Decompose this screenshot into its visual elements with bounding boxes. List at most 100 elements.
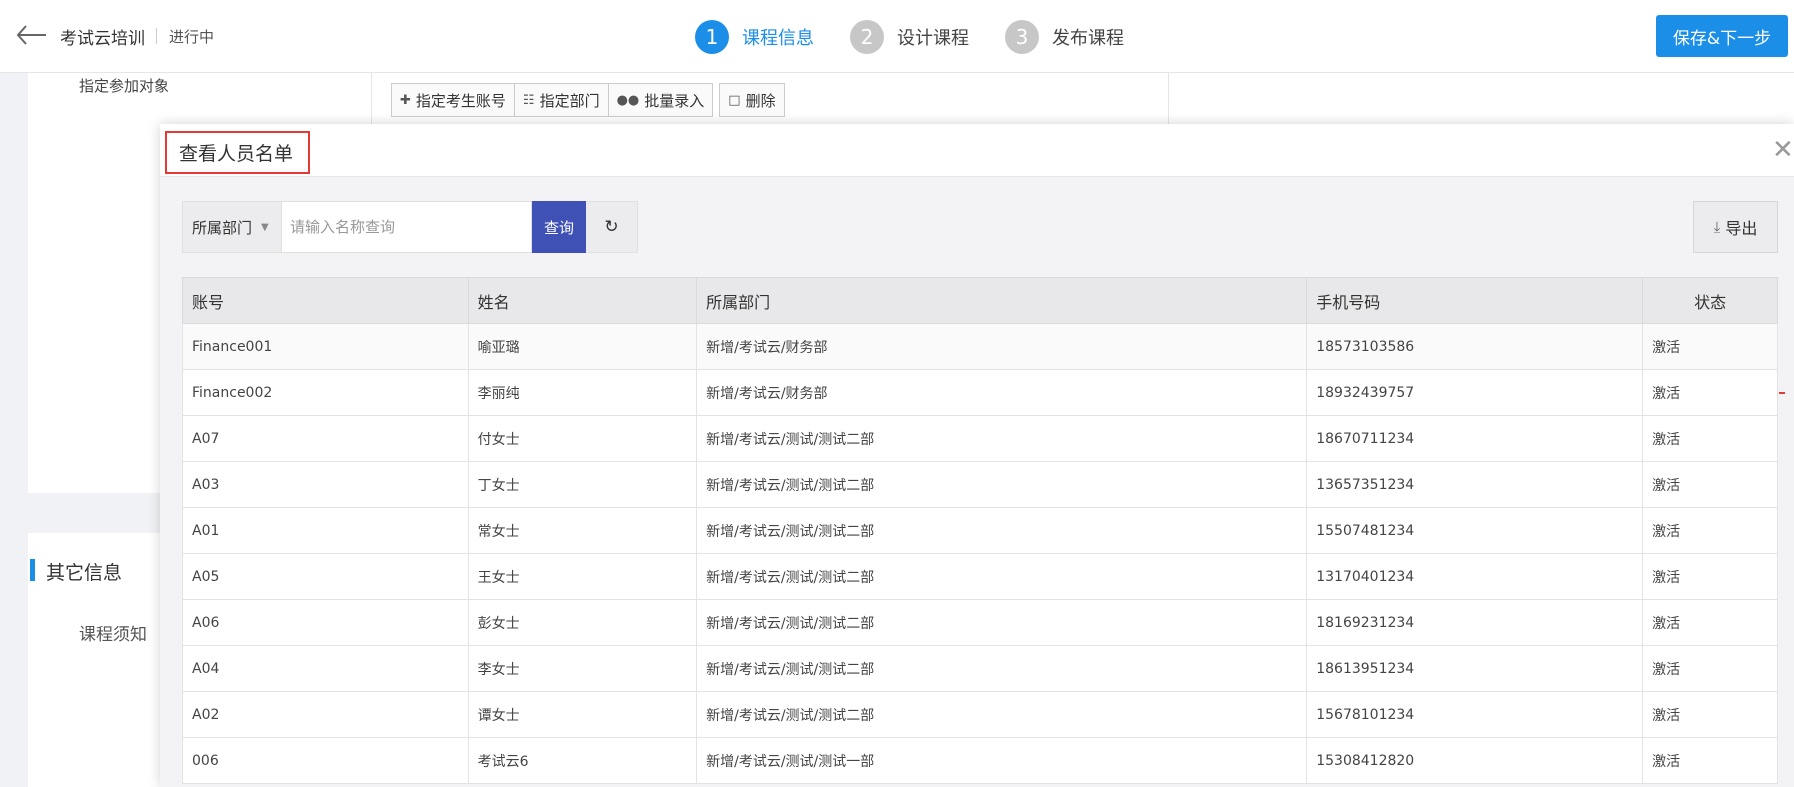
cell-account: A04 [182,645,469,692]
cell-phone: 15507481234 [1306,507,1644,554]
table-row[interactable]: A04 李女士 新增/考试云/测试/测试二部 18613951234 激活 [182,645,1778,692]
modal-header: 查看人员名单 ✕ [160,124,1794,177]
table-row[interactable]: A07 付女士 新增/考试云/测试/测试二部 18670711234 激活 [182,415,1778,462]
cell-name: 谭女士 [467,691,698,738]
table-row[interactable]: 006 考试云6 新增/考试云/测试/测试一部 15308412820 激活 [182,737,1778,784]
top-header: 考试云培训 进行中 1 课程信息 2 设计课程 3 发布课程 保存&下一步 [0,0,1794,73]
table-row[interactable]: Finance002 李丽纯 新增/考试云/财务部 18932439757 激活 [182,369,1778,416]
export-label: 导出 [1725,219,1758,238]
col-phone[interactable]: 手机号码 [1306,277,1644,324]
table-row[interactable]: A03 丁女士 新增/考试云/测试/测试二部 13657351234 激活 [182,461,1778,508]
cell-phone: 18613951234 [1306,645,1644,692]
cell-status: 激活 [1642,507,1778,554]
course-notes-label: 课程须知 [79,625,147,645]
table-row[interactable]: Finance001 喻亚璐 新增/考试云/财务部 18573103586 激活 [182,323,1778,370]
search-bar: 所属部门 ▼ 查询 ↻ [182,201,638,253]
cell-status: 激活 [1642,323,1778,370]
assign-account-label: 指定考生账号 [415,91,506,110]
download-icon: ⤓ [1713,218,1721,236]
step-design-course[interactable]: 2 设计课程 [850,20,969,54]
assign-dept-button[interactable]: ☷ 指定部门 [514,83,609,117]
table-row[interactable]: A05 王女士 新增/考试云/测试/测试二部 13170401234 激活 [182,553,1778,600]
cell-dept: 新增/考试云/测试/测试二部 [696,461,1308,508]
cell-status: 激活 [1642,553,1778,600]
assign-account-button[interactable]: ✚ 指定考生账号 [391,83,515,117]
step-number: 1 [695,20,729,54]
cell-dept: 新增/考试云/测试/测试一部 [696,737,1308,784]
cell-dept: 新增/考试云/测试/测试二部 [696,415,1308,462]
cell-name: 常女士 [467,507,698,554]
table-row[interactable]: A06 彭女士 新增/考试云/测试/测试二部 18169231234 激活 [182,599,1778,646]
step-label: 课程信息 [742,28,814,49]
cell-phone: 18670711234 [1306,415,1644,462]
users-icon: ●● [616,92,640,108]
cell-account: A05 [182,553,469,600]
dept-filter-select[interactable]: 所属部门 ▼ [182,201,282,253]
cell-phone: 13657351234 [1306,461,1644,508]
cell-dept: 新增/考试云/测试/测试二部 [696,645,1308,692]
section-marker [30,559,35,581]
cell-status: 激活 [1642,691,1778,738]
cell-dept: 新增/考试云/测试/测试二部 [696,599,1308,646]
participants-label: 指定参加对象 [79,77,170,95]
cell-dept: 新增/考试云/测试/测试二部 [696,691,1308,738]
caret-down-icon: ▼ [261,221,269,233]
col-dept[interactable]: 所属部门 [696,277,1308,324]
step-label: 设计课程 [897,28,969,49]
table-header-row: 账号 姓名 所属部门 手机号码 状态 [182,277,1778,324]
refresh-icon[interactable]: ↻ [586,201,638,253]
sitemap-icon: ☷ [522,92,535,108]
cell-account: 006 [182,737,469,784]
export-button[interactable]: ⤓ 导出 [1693,201,1778,253]
cell-name: 喻亚璐 [467,323,698,370]
participant-toolbar: ✚ 指定考生账号 ☷ 指定部门 ●● 批量录入 □ 删除 [391,83,785,117]
delete-button[interactable]: □ 删除 [719,83,785,117]
step-number: 3 [1005,20,1039,54]
participant-table: 账号 姓名 所属部门 手机号码 状态 Finance001 喻亚璐 新增/考试云… [182,277,1778,787]
cell-name: 考试云6 [467,737,698,784]
modal-title: 查看人员名单 [165,131,311,174]
cell-dept: 新增/考试云/财务部 [696,323,1308,370]
dept-filter-value: 所属部门 [192,218,253,237]
back-arrow-icon[interactable] [14,20,50,50]
search-input[interactable] [282,201,532,253]
cell-status: 激活 [1642,599,1778,646]
title-divider [156,28,157,44]
table-row[interactable]: A02 谭女士 新增/考试云/测试/测试二部 15678101234 激活 [182,691,1778,738]
cell-name: 李丽纯 [467,369,698,416]
cell-phone: 18169231234 [1306,599,1644,646]
app-title: 考试云培训 [60,29,145,49]
cell-status: 激活 [1642,645,1778,692]
cell-account: A07 [182,415,469,462]
step-publish-course[interactable]: 3 发布课程 [1005,20,1124,54]
delete-label: 删除 [745,91,776,110]
cell-account: A01 [182,507,469,554]
cell-name: 王女士 [467,553,698,600]
cell-dept: 新增/考试云/测试/测试二部 [696,553,1308,600]
cell-dept: 新增/考试云/财务部 [696,369,1308,416]
col-name[interactable]: 姓名 [467,277,698,324]
cell-phone: 15308412820 [1306,737,1644,784]
cell-account: Finance002 [182,369,469,416]
col-status[interactable]: 状态 [1642,277,1778,324]
save-next-button[interactable]: 保存&下一步 [1656,15,1788,57]
cell-phone: 13170401234 [1306,553,1644,600]
query-button[interactable]: 查询 [532,201,586,253]
cell-name: 李女士 [467,645,698,692]
step-label: 发布课程 [1052,28,1124,49]
cell-name: 丁女士 [467,461,698,508]
cell-account: A02 [182,691,469,738]
other-info-title: 其它信息 [46,562,123,584]
cell-status: 激活 [1642,737,1778,784]
cell-phone: 18573103586 [1306,323,1644,370]
cell-name: 付女士 [467,415,698,462]
step-progress: 1 课程信息 2 设计课程 3 发布课程 [695,20,1160,54]
step-number: 2 [850,20,884,54]
red-marker [1779,392,1785,394]
step-course-info[interactable]: 1 课程信息 [695,20,814,54]
batch-import-button[interactable]: ●● 批量录入 [608,83,714,117]
table-row[interactable]: A01 常女士 新增/考试云/测试/测试二部 15507481234 激活 [182,507,1778,554]
close-icon[interactable]: ✕ [1772,135,1794,165]
col-account[interactable]: 账号 [182,277,469,324]
trash-icon: □ [728,92,741,108]
